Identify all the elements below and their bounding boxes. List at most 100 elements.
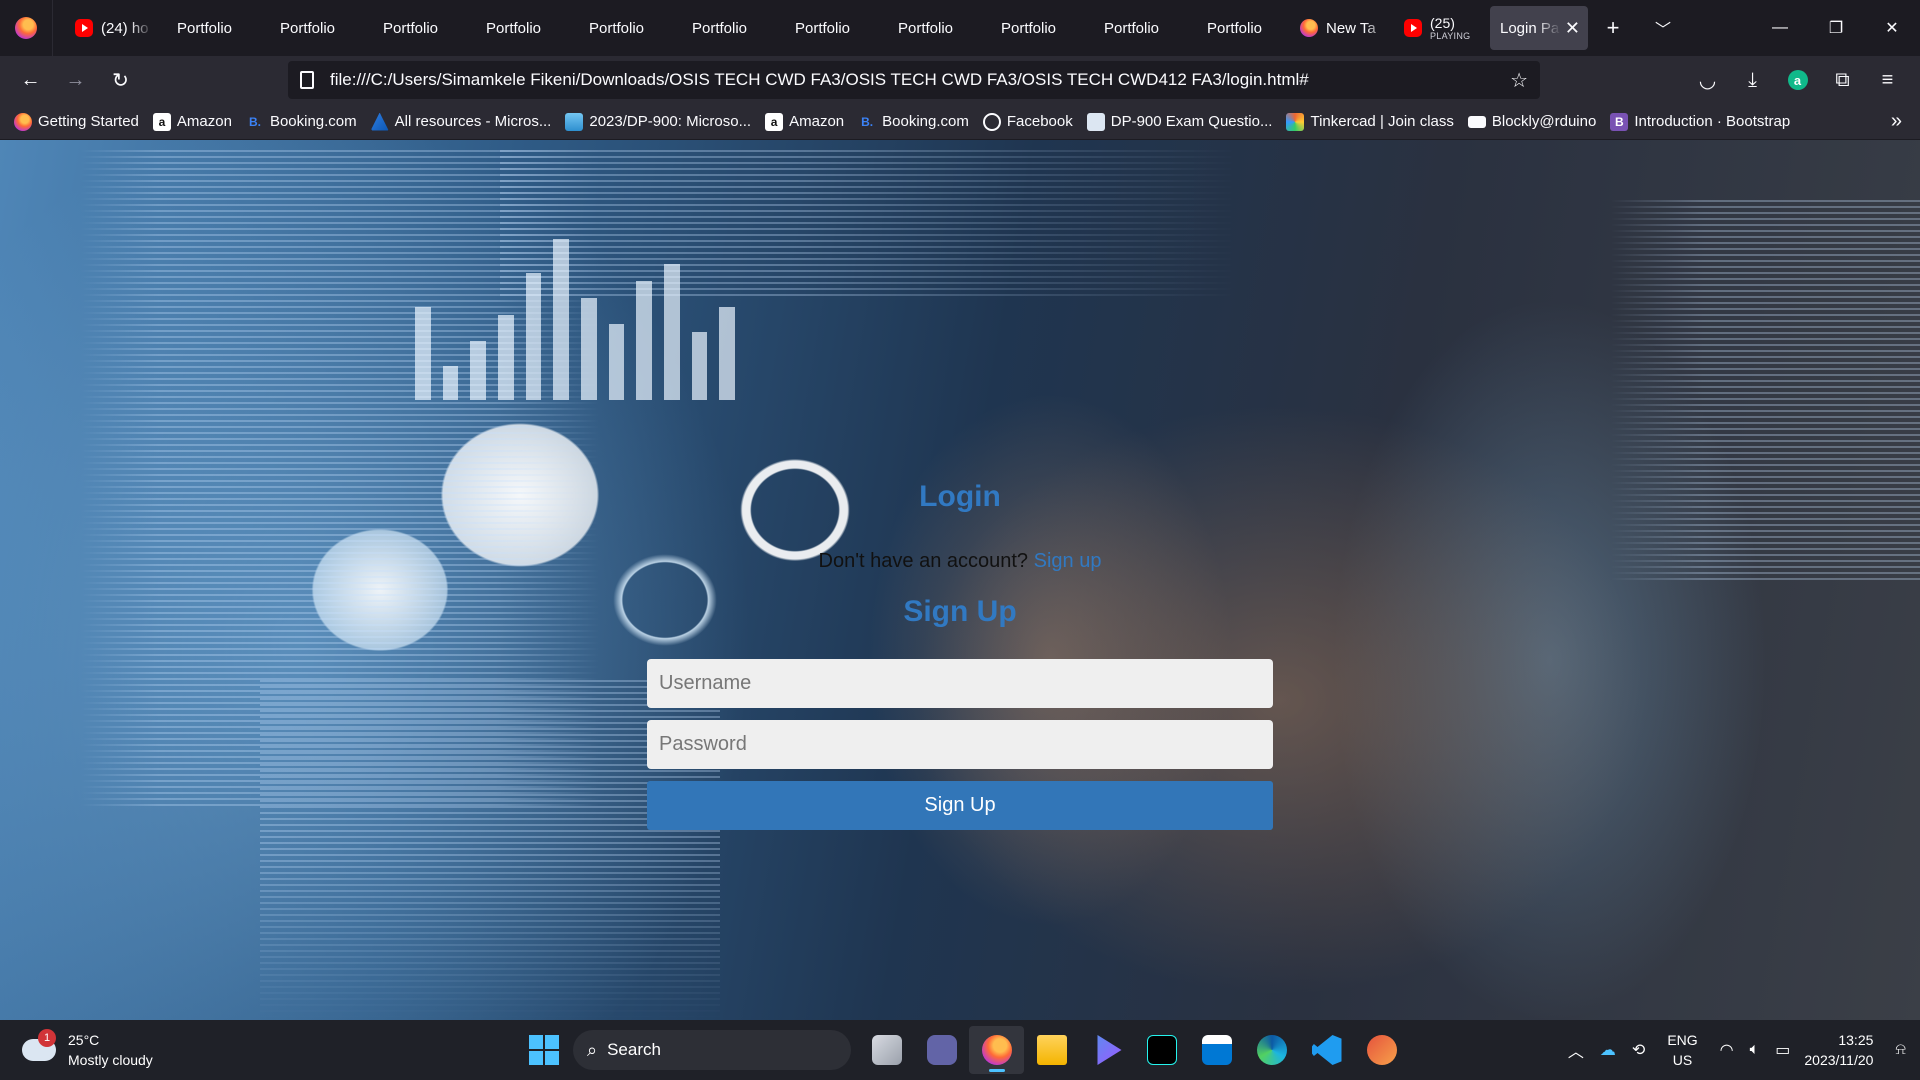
weather-badge: 1 [38, 1029, 56, 1047]
amazon-icon: a [152, 112, 171, 131]
onedrive-cloud-icon[interactable]: ☁ [1600, 1040, 1616, 1060]
bookmark-amazon[interactable]: a Amazon [152, 112, 232, 131]
signup-title: Sign Up [903, 595, 1017, 628]
language-indicator[interactable]: ENG US [1667, 1030, 1697, 1070]
bookmark-blockly[interactable]: Blockly@rduino [1467, 113, 1596, 130]
windows-start-icon[interactable] [529, 1035, 559, 1065]
bookmark-amazon[interactable]: a Amazon [765, 112, 844, 131]
restore-icon[interactable]: ❐ [1808, 0, 1864, 56]
firefox-menu-icon[interactable] [0, 0, 53, 56]
windows-taskbar: 1 25°C Mostly cloudy ⌕ Search ︿ ☁ ⟲ ENG … [0, 1020, 1920, 1080]
tab-login-page[interactable]: Login Pa ✕ [1490, 6, 1588, 50]
tab-new-tab[interactable]: New Ta [1286, 6, 1390, 50]
notification-bell-icon[interactable]: ⍾ [1895, 1041, 1906, 1059]
new-tab-button[interactable]: + [1588, 6, 1638, 50]
bookmark-dp900-learn[interactable]: 2023/DP-900: Microso... [565, 112, 751, 131]
vscode-icon[interactable] [1299, 1026, 1354, 1074]
url-bar[interactable]: file:///C:/Users/Simamkele Fikeni/Downlo… [288, 61, 1540, 99]
minimize-icon[interactable]: — [1752, 0, 1808, 56]
bookmark-booking[interactable]: B. Booking.com [246, 113, 357, 131]
hamburger-menu-icon[interactable]: ≡ [1865, 60, 1910, 100]
extension-a-icon[interactable]: a [1775, 60, 1820, 100]
battery-icon[interactable]: ▭ [1775, 1040, 1790, 1060]
tab-portfolio[interactable]: Portfolio [874, 6, 977, 50]
bootstrap-icon: B [1610, 112, 1629, 131]
learn-icon [565, 112, 584, 131]
signup-link[interactable]: Sign up [1034, 550, 1102, 572]
tab-portfolio[interactable]: Portfolio [668, 6, 771, 50]
bookmark-facebook[interactable]: Facebook [982, 112, 1073, 131]
navigation-toolbar: ← → ↻ file:///C:/Users/Simamkele Fikeni/… [0, 56, 1920, 104]
page-content: Login Don't have an account? Sign up Sig… [0, 140, 1920, 1020]
toolbar-right: ◡ ⤓ a ⧉ ≡ [1685, 60, 1910, 100]
file-explorer-icon[interactable] [1024, 1026, 1079, 1074]
bookmark-getting-started[interactable]: Getting Started [14, 112, 139, 131]
close-tab-icon[interactable]: ✕ [1565, 18, 1580, 39]
booking-icon: B. [248, 114, 261, 129]
clock[interactable]: 13:25 2023/11/20 [1804, 1030, 1873, 1070]
edge-icon[interactable] [1244, 1026, 1299, 1074]
tab-portfolio[interactable]: Portfolio [359, 6, 462, 50]
microsoft-store-icon[interactable] [1189, 1026, 1244, 1074]
tab-youtube-playing[interactable]: (25) PLAYING [1390, 6, 1490, 50]
blockly-icon [1467, 115, 1486, 128]
tab-portfolio[interactable]: Portfolio [1183, 6, 1286, 50]
bookmark-azure-resources[interactable]: All resources - Micros... [370, 112, 551, 131]
tab-portfolio[interactable]: Portfolio [771, 6, 874, 50]
volume-icon[interactable]: 🔈︎ [1750, 1041, 1760, 1059]
tab-portfolio[interactable]: Portfolio [462, 6, 565, 50]
password-input[interactable] [647, 720, 1273, 769]
task-view-icon[interactable] [859, 1026, 914, 1074]
youtube-icon [1404, 19, 1422, 37]
tab-portfolio[interactable]: Portfolio [977, 6, 1080, 50]
tab-strip: (24) ho Portfolio Portfolio Portfolio Po… [0, 0, 1920, 56]
bookmark-bootstrap[interactable]: B Introduction · Bootstrap [1610, 112, 1790, 131]
username-input[interactable] [647, 659, 1273, 708]
login-form: Login Don't have an account? Sign up Sig… [0, 140, 1920, 1020]
chevron-up-icon[interactable]: ︿ [1568, 1038, 1584, 1062]
azure-icon [370, 112, 389, 131]
forward-arrow-icon[interactable]: → [53, 60, 98, 100]
wifi-icon[interactable]: ◠ [1720, 1040, 1734, 1060]
tab-portfolio[interactable]: Portfolio [1080, 6, 1183, 50]
tab-portfolio[interactable]: Portfolio [565, 6, 668, 50]
back-arrow-icon[interactable]: ← [8, 60, 53, 100]
bookmark-booking[interactable]: B. Booking.com [858, 113, 969, 131]
more-bookmarks-chevron-icon[interactable]: » [1891, 110, 1902, 133]
cloud-icon: 1 [22, 1029, 56, 1061]
bookmark-tinkercad[interactable]: Tinkercad | Join class [1286, 112, 1454, 131]
booking-icon: B. [861, 114, 874, 129]
sync-icon[interactable]: ⟲ [1632, 1040, 1645, 1060]
search-icon: ⌕ [587, 1039, 598, 1060]
url-text[interactable]: file:///C:/Users/Simamkele Fikeni/Downlo… [330, 70, 1510, 90]
tab-list: (24) ho Portfolio Portfolio Portfolio Po… [53, 0, 1752, 56]
weather-widget[interactable]: 1 25°C Mostly cloudy [22, 1029, 153, 1070]
tiktok-icon[interactable] [1134, 1026, 1189, 1074]
media-player-icon[interactable] [1079, 1026, 1134, 1074]
signup-prompt: Don't have an account? Sign up [818, 550, 1102, 572]
exam-icon [1086, 112, 1105, 131]
bookmark-dp900-exam[interactable]: DP-900 Exam Questio... [1086, 112, 1272, 131]
downloads-icon[interactable]: ⤓ [1730, 60, 1775, 100]
system-tray: ︿ ☁ ⟲ ENG US ◠ 🔈︎ ▭ 13:25 2023/11/20 ⍾ [1560, 1020, 1920, 1080]
taskbar-apps: ⌕ Search [525, 1026, 1409, 1074]
tab-portfolio[interactable]: Portfolio [256, 6, 359, 50]
tab-portfolio[interactable]: Portfolio [153, 6, 256, 50]
pocket-icon[interactable]: ◡ [1685, 60, 1730, 100]
teams-chat-icon[interactable] [914, 1026, 969, 1074]
close-window-icon[interactable]: ✕ [1864, 0, 1920, 56]
bookmarks-toolbar: Getting Started a Amazon B. Booking.com Al… [0, 104, 1920, 140]
taskbar-search[interactable]: ⌕ Search [573, 1030, 851, 1070]
extensions-puzzle-icon[interactable]: ⧉ [1820, 60, 1865, 100]
page-icon [300, 71, 314, 89]
git-client-icon[interactable] [1354, 1026, 1409, 1074]
bookmark-star-icon[interactable]: ☆ [1510, 68, 1528, 93]
firefox-icon [1300, 19, 1318, 37]
list-tabs-chevron-icon[interactable]: ﹀ [1638, 6, 1688, 50]
tinkercad-icon [1286, 112, 1305, 131]
firefox-taskbar-icon[interactable] [969, 1026, 1024, 1074]
reload-icon[interactable]: ↻ [98, 60, 143, 100]
login-title: Login [919, 480, 1001, 513]
tab-youtube-1[interactable]: (24) ho [61, 6, 153, 50]
signup-button[interactable]: Sign Up [647, 781, 1273, 830]
